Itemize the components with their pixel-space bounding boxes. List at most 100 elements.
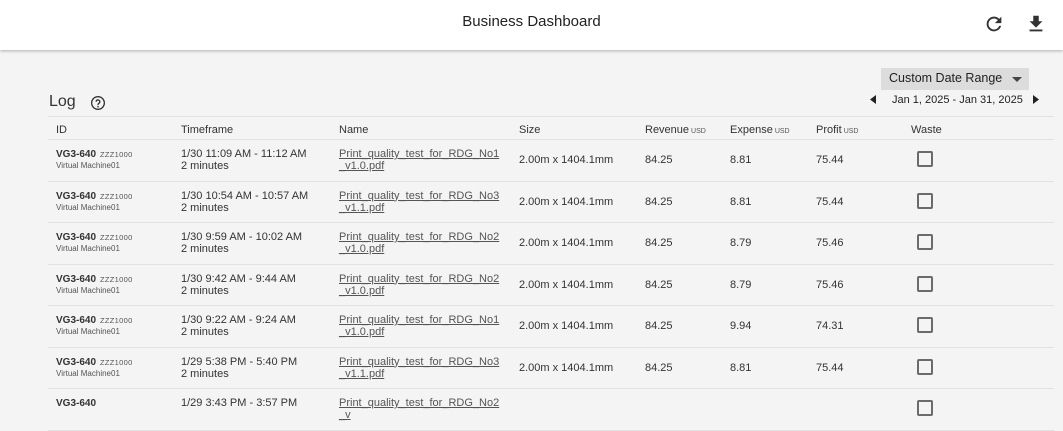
row-time: 1/29 3:43 PM - 3:57 PM <box>181 397 298 409</box>
row-id-code: ZZZ1000 <box>100 274 133 284</box>
table-row[interactable]: VG3-640 ZZZ1000 Virtual Machine01 1/29 5:38… <box>48 348 1054 389</box>
expense-header-label: Expense <box>730 124 773 136</box>
table-row[interactable]: VG3-640 ZZZ1000 Virtual Machine01 1/30 9:59… <box>48 223 1054 265</box>
row-profit: 75.44 <box>816 195 844 208</box>
row-duration: 2 minutes <box>181 284 229 297</box>
row-size: 2.00m x 1404.1mm <box>519 320 614 332</box>
table-row[interactable]: VG3-640 1/29 3:43 PM - 3:57 PM Print_quali… <box>48 389 1054 431</box>
row-time: 1/30 9:22 AM - 9:24 AM <box>181 314 296 326</box>
row-duration: 2 minutes <box>181 367 229 380</box>
row-id-value: VG3-640 <box>56 232 97 243</box>
table-row[interactable]: VG3-640 ZZZ1000 Virtual Machine01 1/30 11:0… <box>48 140 1054 182</box>
row-file-link[interactable]: Print_quality_test_for_RDG_No1_v1.0.pdf <box>339 314 504 338</box>
help-icon[interactable] <box>90 95 106 111</box>
row-id: VG3-640 ZZZ1000 <box>56 232 133 243</box>
expense-unit: USD <box>774 128 790 135</box>
row-time: 1/30 9:42 AM - 9:44 AM <box>181 272 296 285</box>
refresh-icon <box>986 16 1002 32</box>
row-id: VG3-640 ZZZ1000 <box>56 191 133 202</box>
caret-down-icon <box>1012 77 1022 82</box>
next-range-button[interactable] <box>1033 95 1039 104</box>
row-id: VG3-640 <box>56 398 100 409</box>
previous-range-button[interactable] <box>870 95 876 104</box>
row-time: 1/30 9:59 AM - 10:02 AM <box>181 231 303 243</box>
download-button[interactable] <box>1022 10 1050 38</box>
row-expense: 8.79 <box>730 278 752 291</box>
row-size: 2.00m x 1404.1mm <box>519 278 614 291</box>
row-id-value: VG3-640 <box>56 356 97 368</box>
row-duration: 2 minutes <box>181 160 229 172</box>
row-profit: 75.46 <box>816 237 844 249</box>
row-file-link[interactable]: Print_quality_test_for_RDG_No2_v1.0.pdf <box>339 231 504 255</box>
top-app-bar: Business Dashboard <box>0 0 1063 50</box>
date-range-select[interactable]: Custom Date Range <box>881 68 1029 90</box>
row-id-code: ZZZ1000 <box>100 233 133 242</box>
table-row[interactable]: VG3-640 ZZZ1000 Virtual Machine01 1/30 9:22… <box>48 306 1054 348</box>
column-header-name[interactable]: Name <box>339 124 368 136</box>
row-size: 2.00m x 1404.1mm <box>519 154 614 166</box>
page-title: Business Dashboard <box>462 13 601 30</box>
column-header-profit[interactable]: Profit USD <box>816 124 858 136</box>
waste-checkbox[interactable] <box>917 192 933 209</box>
waste-checkbox[interactable] <box>917 400 933 416</box>
waste-checkbox[interactable] <box>917 151 933 167</box>
row-machine: Virtual Machine01 <box>56 244 120 253</box>
date-range-select-label: Custom Date Range <box>889 71 1003 85</box>
row-id-value: VG3-640 <box>56 315 97 326</box>
row-id-value: VG3-640 <box>56 149 97 160</box>
table-header: ID Timeframe Name Size Revenue USD Expens… <box>48 116 1054 140</box>
row-file-link[interactable]: Print_quality_test_for_RDG_No2_v <box>339 397 504 421</box>
row-expense: 8.81 <box>730 361 752 374</box>
row-profit: 74.31 <box>816 320 844 332</box>
row-file-link[interactable]: Print_quality_test_for_RDG_No3_v1.1.pdf <box>339 356 504 380</box>
row-id-code: ZZZ1000 <box>100 191 133 201</box>
revenue-unit: USD <box>691 128 706 135</box>
column-header-expense[interactable]: Expense USD <box>730 124 790 136</box>
waste-checkbox[interactable] <box>917 317 933 333</box>
log-section-title: Log <box>49 93 76 110</box>
refresh-button[interactable] <box>980 10 1008 38</box>
row-machine: Virtual Machine01 <box>56 327 120 336</box>
row-profit: 75.44 <box>816 154 844 166</box>
log-table: ID Timeframe Name Size Revenue USD Expens… <box>48 116 1054 431</box>
row-id-value: VG3-640 <box>56 273 97 285</box>
profit-header-label: Profit <box>816 124 842 136</box>
row-file-link[interactable]: Print_quality_test_for_RDG_No2_v1.0.pdf <box>339 273 504 297</box>
row-revenue: 84.25 <box>645 154 673 166</box>
row-machine: Virtual Machine01 <box>56 368 120 378</box>
row-revenue: 84.25 <box>645 237 673 249</box>
row-size: 2.00m x 1404.1mm <box>519 195 614 208</box>
waste-checkbox[interactable] <box>917 358 933 375</box>
row-id: VG3-640 ZZZ1000 <box>56 357 133 368</box>
revenue-header-label: Revenue <box>645 124 690 136</box>
waste-checkbox[interactable] <box>917 234 933 250</box>
profit-unit: USD <box>843 128 859 135</box>
row-time: 1/30 11:09 AM - 11:12 AM <box>181 148 307 160</box>
column-header-size[interactable]: Size <box>519 124 540 136</box>
row-revenue: 84.25 <box>645 278 673 291</box>
column-header-timeframe[interactable]: Timeframe <box>181 124 233 136</box>
date-range-text: Jan 1, 2025 - Jan 31, 2025 <box>892 94 1023 106</box>
download-icon <box>1029 15 1043 32</box>
row-time: 1/29 5:38 PM - 5:40 PM <box>181 355 298 368</box>
waste-checkbox[interactable] <box>917 275 933 292</box>
row-duration: 2 minutes <box>181 243 229 255</box>
column-header-id[interactable]: ID <box>56 124 67 136</box>
row-id: VG3-640 ZZZ1000 <box>56 274 133 285</box>
row-id-code: ZZZ1000 <box>100 316 133 325</box>
row-file-link[interactable]: Print_quality_test_for_RDG_No3_v1.1.pdf <box>339 190 504 214</box>
row-machine: Virtual Machine01 <box>56 161 120 170</box>
row-expense: 8.81 <box>730 195 752 208</box>
row-id: VG3-640 ZZZ1000 <box>56 149 133 160</box>
row-revenue: 84.25 <box>645 361 673 374</box>
row-duration: 2 minutes <box>181 326 229 338</box>
column-header-revenue[interactable]: Revenue USD <box>645 124 706 136</box>
column-header-waste[interactable]: Waste <box>911 124 942 136</box>
table-row[interactable]: VG3-640 ZZZ1000 Virtual Machine01 1/30 9:42… <box>48 265 1054 306</box>
row-file-link[interactable]: Print_quality_test_for_RDG_No1_v1.0.pdf <box>339 148 504 172</box>
row-profit: 75.46 <box>816 278 844 291</box>
table-row[interactable]: VG3-640 ZZZ1000 Virtual Machine01 1/30 10:5… <box>48 182 1054 223</box>
row-time: 1/30 10:54 AM - 10:57 AM <box>181 189 309 202</box>
row-expense: 8.79 <box>730 237 752 249</box>
row-expense: 8.81 <box>730 154 752 166</box>
